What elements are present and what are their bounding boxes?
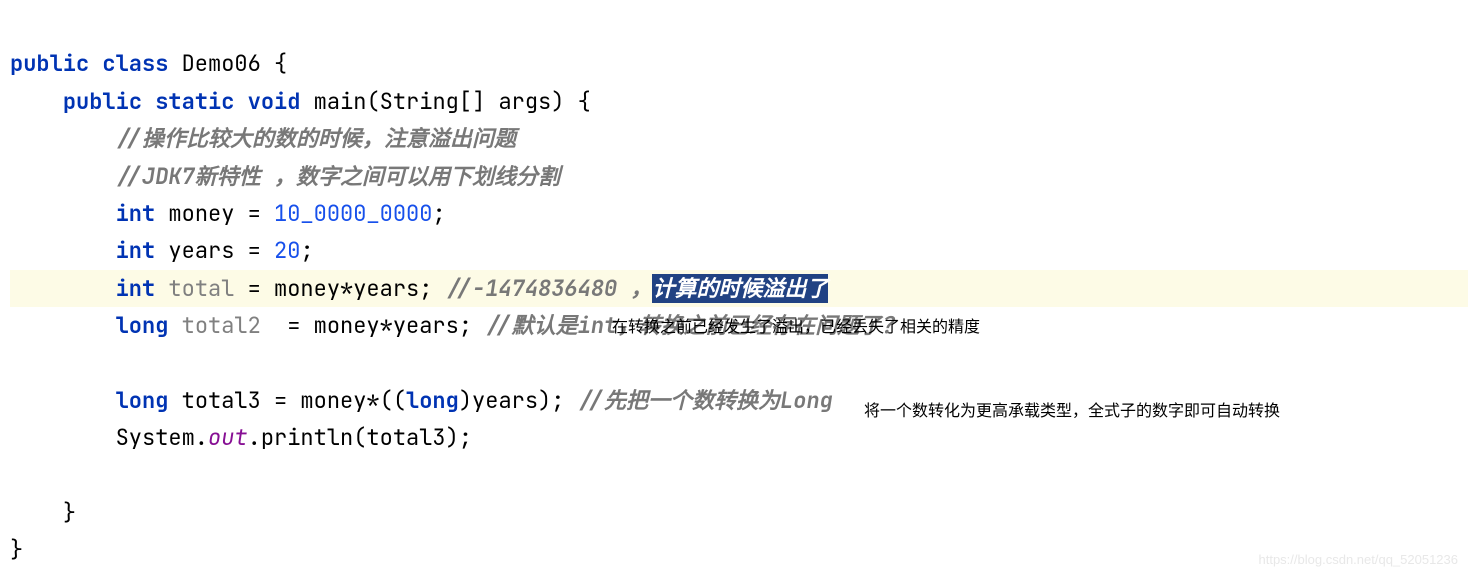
line-5: int money = 10_0000_0000;	[10, 199, 446, 228]
expr: )years);	[459, 386, 578, 415]
line-12: }	[10, 535, 23, 564]
line-10: System.out.println(total3);	[10, 423, 472, 452]
var-decl: total3 = money*((	[168, 386, 406, 415]
method-name: main	[300, 87, 366, 116]
keyword: long	[116, 311, 169, 340]
annotation-type-note: 将一个数转化为更高承载类型，全式子的数字即可自动转换	[864, 398, 1280, 425]
var-decl: years =	[155, 236, 274, 265]
semi: ;	[432, 199, 445, 228]
brace: }	[10, 535, 23, 564]
keyword: public static void	[63, 87, 301, 116]
line-11: }	[10, 498, 76, 527]
class-name: Demo06	[182, 49, 261, 78]
comment: //JDK7新特性 ，数字之间可以用下划线分割	[116, 162, 560, 191]
variable: total	[155, 274, 234, 303]
params: (String[] args) {	[366, 87, 590, 116]
semi: ;	[300, 236, 313, 265]
line-7-highlighted: int total = money*years; //-1474836480 ，…	[10, 270, 1468, 307]
var-decl: money =	[155, 199, 274, 228]
keyword: int	[116, 199, 156, 228]
keyword: public class	[10, 49, 168, 78]
line-6: int years = 20;	[10, 236, 314, 265]
comment-selected: 计算的时候溢出了	[652, 274, 828, 303]
expr: = money*years;	[261, 311, 485, 340]
call: .println(total3);	[248, 423, 472, 452]
comment: //操作比较大的数的时候，注意溢出问题	[116, 124, 516, 153]
number-literal: 20	[274, 236, 300, 265]
line-2: public static void main(String[] args) {	[10, 87, 591, 116]
qualifier: System.	[116, 423, 208, 452]
watermark: https://blog.csdn.net/qq_52051236	[1259, 549, 1459, 571]
line-3: //操作比较大的数的时候，注意溢出问题	[10, 124, 516, 153]
static-field: out	[208, 423, 248, 452]
keyword: long	[116, 386, 169, 415]
comment: //-1474836480 ，	[446, 274, 653, 303]
line-4: //JDK7新特性 ，数字之间可以用下划线分割	[10, 162, 560, 191]
brace: {	[261, 49, 287, 78]
comment: //先把一个数转换为Long	[578, 386, 833, 415]
keyword: long	[406, 386, 459, 415]
line-9: long total3 = money*((long)years); //先把一…	[10, 386, 833, 415]
brace: }	[63, 498, 76, 527]
keyword: int	[116, 274, 156, 303]
number-literal: 10_0000_0000	[274, 199, 432, 228]
code-block: public class Demo06 { public static void…	[0, 0, 1468, 577]
variable: total2	[168, 311, 260, 340]
annotation-overflow-note: 在转换之前已经发生了溢出，已经丢失了相关的精度	[612, 314, 980, 341]
line-1: public class Demo06 {	[10, 49, 287, 78]
keyword: int	[116, 236, 156, 265]
expr: = money*years;	[234, 274, 445, 303]
